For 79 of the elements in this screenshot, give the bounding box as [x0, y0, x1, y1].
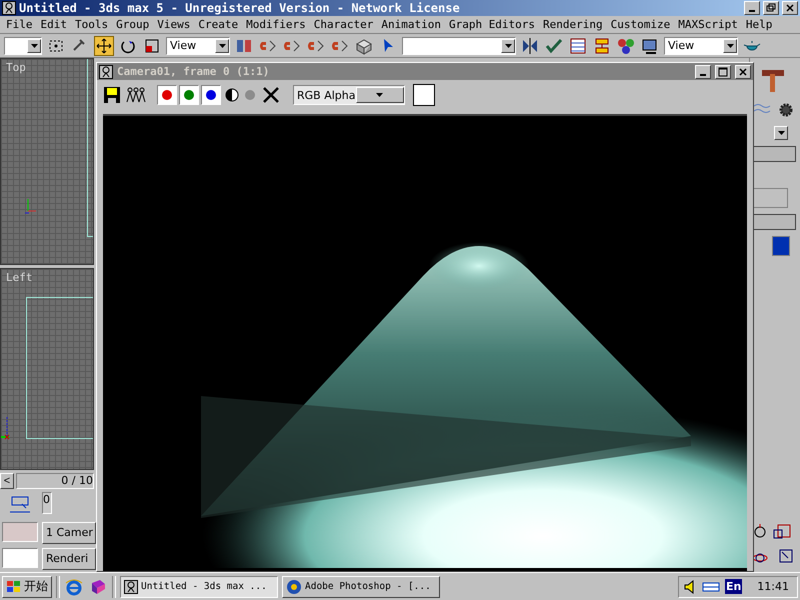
maximize-button[interactable]	[715, 64, 731, 78]
color-swatch[interactable]	[772, 236, 790, 256]
menu-item[interactable]: Customize	[606, 18, 674, 31]
axis-tripod-icon	[25, 197, 37, 214]
close-button[interactable]	[782, 0, 798, 15]
maximize-icon	[717, 66, 729, 78]
move-icon[interactable]	[94, 36, 114, 56]
menu-item[interactable]: Edit	[36, 18, 71, 31]
render-type-dropdown[interactable]: View	[664, 36, 738, 55]
start-label: 开始	[24, 578, 48, 595]
timeline-back-button[interactable]: <	[0, 473, 14, 489]
color-swatch[interactable]	[2, 522, 38, 542]
reference-coordinate-dropdown[interactable]: View	[166, 36, 230, 55]
menu-item[interactable]: Views	[153, 18, 194, 31]
viewport[interactable]: Top	[0, 58, 94, 265]
viewport-label: Left	[6, 271, 32, 284]
menu-item[interactable]: MAXScript	[674, 18, 742, 31]
dropdown-arrow-icon	[376, 93, 384, 97]
restore-button[interactable]	[763, 0, 779, 15]
menu-item[interactable]: Rendering	[539, 18, 607, 31]
menu-item[interactable]: File	[2, 18, 36, 31]
menu-item[interactable]: Group	[112, 18, 154, 31]
dropdown-arrow-icon	[218, 44, 226, 48]
menu-item[interactable]: Create	[194, 18, 242, 31]
viewport[interactable]: Left	[0, 268, 94, 470]
script-listener-field[interactable]: 1 Camer	[42, 522, 96, 544]
dropdown-arrow-icon	[726, 44, 734, 48]
color-swatch[interactable]	[413, 84, 435, 106]
menu-item[interactable]: Modifiers	[242, 18, 310, 31]
mirror-icon[interactable]	[520, 36, 540, 56]
window-title: Untitled - 3ds max 5 - Unregistered Version - Network License	[19, 0, 461, 15]
menu-item[interactable]: Graph Editors	[444, 18, 540, 31]
menu-item[interactable]: Character	[310, 18, 378, 31]
track-view-icon[interactable]	[568, 36, 588, 56]
save-icon[interactable]	[103, 86, 121, 104]
close-button[interactable]	[735, 64, 751, 78]
taskbar-button[interactable]: Adobe Photoshop - [...	[282, 576, 440, 598]
selection-filter-dropdown[interactable]	[4, 36, 42, 55]
window-title: Camera01, frame 0 (1:1)	[117, 65, 270, 78]
status-field[interactable]: Renderi	[42, 548, 96, 570]
clone-icon[interactable]	[125, 86, 147, 104]
frame-counter[interactable]: 0 / 10	[16, 473, 94, 489]
color-swatch[interactable]	[2, 548, 38, 568]
close-icon	[737, 66, 749, 78]
channel-toggle[interactable]	[157, 85, 177, 105]
monochrome-icon[interactable]	[225, 88, 239, 102]
minimize-button[interactable]	[744, 0, 760, 15]
clock: 11:41	[757, 580, 789, 593]
axis-tripod-icon	[1, 415, 11, 441]
rollout-bar[interactable]	[752, 146, 796, 162]
start-button[interactable]: 开始	[2, 576, 52, 598]
app-logo-icon	[99, 64, 113, 78]
dropdown-arrow-icon	[504, 44, 512, 48]
menu-item[interactable]: Animation	[377, 18, 445, 31]
clear-icon[interactable]	[261, 86, 281, 104]
menu-item[interactable]: Tools	[71, 18, 112, 31]
rollout-bar[interactable]	[752, 214, 796, 230]
eye-icon	[286, 578, 302, 594]
minimize-button[interactable]	[695, 64, 711, 78]
menu-item[interactable]: Help	[742, 18, 776, 31]
named-selection-dropdown[interactable]	[402, 36, 516, 55]
taskbar-button[interactable]: Untitled - 3ds max ...	[120, 576, 278, 598]
viewport-label: Top	[6, 61, 26, 74]
dropdown-arrow-button[interactable]	[774, 126, 788, 140]
close-icon	[784, 2, 796, 14]
windows-flag-icon	[6, 580, 22, 594]
dropdown-arrow-icon	[30, 44, 38, 48]
channel-toggle[interactable]	[201, 85, 221, 105]
dot-icon[interactable]	[243, 88, 257, 102]
channel-toggle[interactable]	[179, 85, 199, 105]
language-indicator[interactable]: En	[724, 579, 742, 594]
restore-icon	[765, 2, 777, 14]
browser-icon[interactable]	[64, 576, 84, 596]
time-slider[interactable]: 0	[42, 492, 52, 514]
minimize-icon	[700, 74, 706, 76]
channel-dropdown[interactable]: RGB Alpha	[293, 85, 405, 105]
minimize-icon	[749, 10, 755, 12]
app-logo-icon	[124, 580, 138, 594]
dropdown-arrow-icon	[778, 131, 784, 135]
